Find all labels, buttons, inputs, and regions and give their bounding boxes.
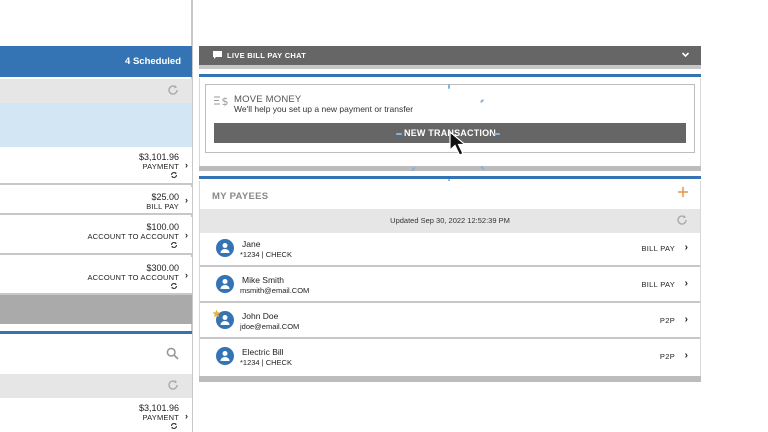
scheduled-type: PAYMENT [142, 162, 179, 171]
chevron-right-icon: › [185, 411, 188, 421]
payees-updated-text: Updated Sep 30, 2022 12:52:39 PM [390, 216, 510, 225]
chevron-right-icon: › [684, 314, 688, 325]
chevron-right-icon: › [185, 160, 188, 170]
chevron-right-icon: › [185, 270, 188, 280]
scheduled-count: 4 Scheduled [125, 56, 181, 67]
scheduled-highlight-band [0, 103, 192, 147]
recurring-icon [171, 283, 177, 289]
activity-row[interactable]: $3,101.96 PAYMENT › [0, 398, 192, 432]
person-icon [216, 347, 234, 365]
payee-name: Electric Bill [242, 347, 284, 357]
activity-type: PAYMENT [142, 413, 179, 422]
scheduled-row[interactable]: $3,101.96 PAYMENT › [0, 147, 192, 185]
chat-bar-shadow [199, 65, 701, 69]
payees-title: MY PAYEES [212, 191, 269, 202]
payee-type: BILL PAY [641, 244, 675, 253]
chevron-right-icon: › [684, 350, 688, 361]
person-icon [216, 275, 234, 293]
cursor-icon [449, 131, 467, 156]
chevron-down-icon[interactable] [681, 50, 690, 59]
scheduled-amount: $3,101.96 [138, 152, 179, 162]
recurring-icon [171, 172, 177, 178]
activity-amount: $3,101.96 [138, 403, 179, 413]
scheduled-row[interactable]: $300.00 ACCOUNT TO ACCOUNT › [0, 257, 192, 295]
scheduled-footer [0, 295, 192, 324]
search-icon[interactable] [166, 347, 179, 360]
chevron-right-icon: › [185, 195, 188, 205]
scheduled-type: BILL PAY [146, 202, 179, 211]
refresh-icon[interactable] [167, 84, 179, 96]
section-divider [199, 176, 701, 179]
payee-type: P2P [659, 316, 675, 325]
scheduled-row[interactable]: $100.00 ACCOUNT TO ACCOUNT › [0, 217, 192, 255]
search-area [0, 334, 192, 374]
payee-type: BILL PAY [641, 280, 675, 289]
scheduled-amount: $25.00 [151, 192, 179, 202]
payee-row-jane[interactable]: Jane *1234 | CHECK BILL PAY › [200, 233, 700, 267]
live-chat-bar[interactable]: LIVE BILL PAY CHAT [199, 46, 701, 65]
payee-detail: *1234 | CHECK [240, 250, 292, 259]
move-money-subtitle: We'll help you set up a new payment or t… [234, 104, 414, 114]
payee-row-electric-bill[interactable]: Electric Bill *1234 | CHECK P2P › [200, 341, 700, 375]
move-money-icon: $ [214, 95, 229, 107]
payee-detail: *1234 | CHECK [240, 358, 292, 367]
star-icon[interactable] [212, 309, 221, 318]
recurring-icon [171, 242, 177, 248]
chevron-right-icon: › [684, 278, 688, 289]
payee-row-mike-smith[interactable]: Mike Smith msmith@email.COM BILL PAY › [200, 269, 700, 303]
person-icon [216, 239, 234, 257]
add-icon[interactable] [677, 186, 689, 198]
scheduled-type: ACCOUNT TO ACCOUNT [87, 232, 179, 241]
move-money-panel-bottom [199, 166, 701, 171]
payees-updated-bar: Updated Sep 30, 2022 12:52:39 PM [200, 209, 700, 233]
scheduled-amount: $100.00 [146, 222, 179, 232]
recurring-icon [171, 423, 177, 429]
chat-icon [213, 51, 222, 59]
refresh-icon[interactable] [676, 214, 688, 226]
live-chat-label: LIVE BILL PAY CHAT [227, 51, 307, 60]
scheduled-row[interactable]: $25.00 BILL PAY › [0, 187, 192, 215]
scheduled-type: ACCOUNT TO ACCOUNT [87, 273, 179, 282]
payee-name: Mike Smith [242, 275, 285, 285]
payee-type: P2P [659, 352, 675, 361]
payee-detail: msmith@email.COM [240, 286, 310, 295]
refresh-icon[interactable] [167, 379, 179, 391]
scheduled-refresh-bar [0, 79, 192, 103]
scheduled-header[interactable]: 4 Scheduled [0, 46, 192, 77]
chevron-right-icon: › [684, 242, 688, 253]
lower-refresh-bar [0, 374, 192, 398]
section-divider [199, 74, 701, 77]
payee-name: John Doe [242, 311, 279, 321]
chevron-right-icon: › [185, 230, 188, 240]
payee-name: Jane [242, 239, 261, 249]
payee-detail: jdoe@email.COM [240, 322, 300, 331]
svg-text:$: $ [222, 95, 229, 107]
scheduled-amount: $300.00 [146, 263, 179, 273]
payees-panel-bottom [199, 376, 701, 382]
payee-row-john-doe[interactable]: John Doe jdoe@email.COM P2P › [200, 305, 700, 339]
